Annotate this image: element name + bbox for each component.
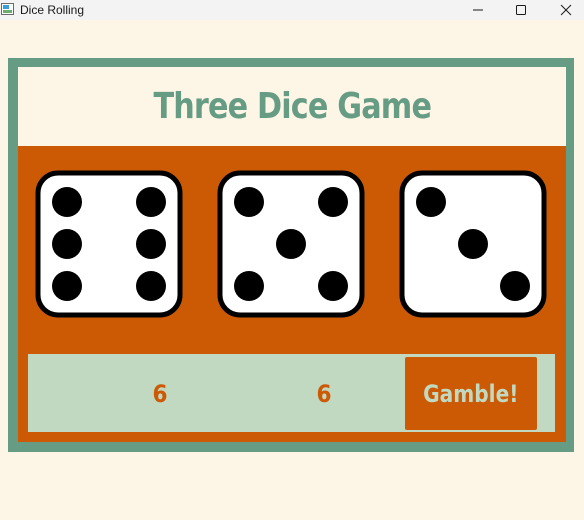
die-pip — [416, 187, 446, 217]
close-button[interactable] — [543, 0, 584, 20]
die-2 — [217, 170, 365, 318]
window-title: Dice Rolling — [20, 3, 85, 17]
die-pip — [52, 271, 82, 301]
header-panel: Three Dice Game — [18, 67, 566, 146]
die-pip — [276, 229, 306, 259]
die-face-2 — [217, 170, 365, 318]
gamble-button[interactable]: Gamble! — [405, 357, 537, 430]
maximize-icon — [516, 5, 526, 15]
die-pip — [318, 187, 348, 217]
gamble-button-label: Gamble! — [423, 379, 519, 408]
die-1 — [35, 170, 183, 318]
window-titlebar[interactable]: Dice Rolling — [0, 0, 584, 20]
close-icon — [560, 4, 572, 16]
die-pip — [318, 271, 348, 301]
die-pip — [500, 271, 530, 301]
die-pip — [52, 229, 82, 259]
die-pip — [136, 271, 166, 301]
die-pip — [136, 229, 166, 259]
die-pip — [458, 229, 488, 259]
die-pip — [136, 187, 166, 217]
maximize-button[interactable] — [498, 0, 544, 20]
score-value-1: 6 — [152, 380, 168, 408]
game-title: Three Dice Game — [153, 86, 432, 127]
die-3 — [399, 170, 547, 318]
die-pip — [234, 271, 264, 301]
score-value-2: 6 — [316, 380, 332, 408]
minimize-icon — [473, 9, 483, 11]
minimize-button[interactable] — [455, 0, 501, 20]
app-icon — [1, 3, 14, 15]
die-face-1 — [35, 170, 183, 318]
die-pip — [52, 187, 82, 217]
die-face-3 — [399, 170, 547, 318]
die-pip — [234, 187, 264, 217]
